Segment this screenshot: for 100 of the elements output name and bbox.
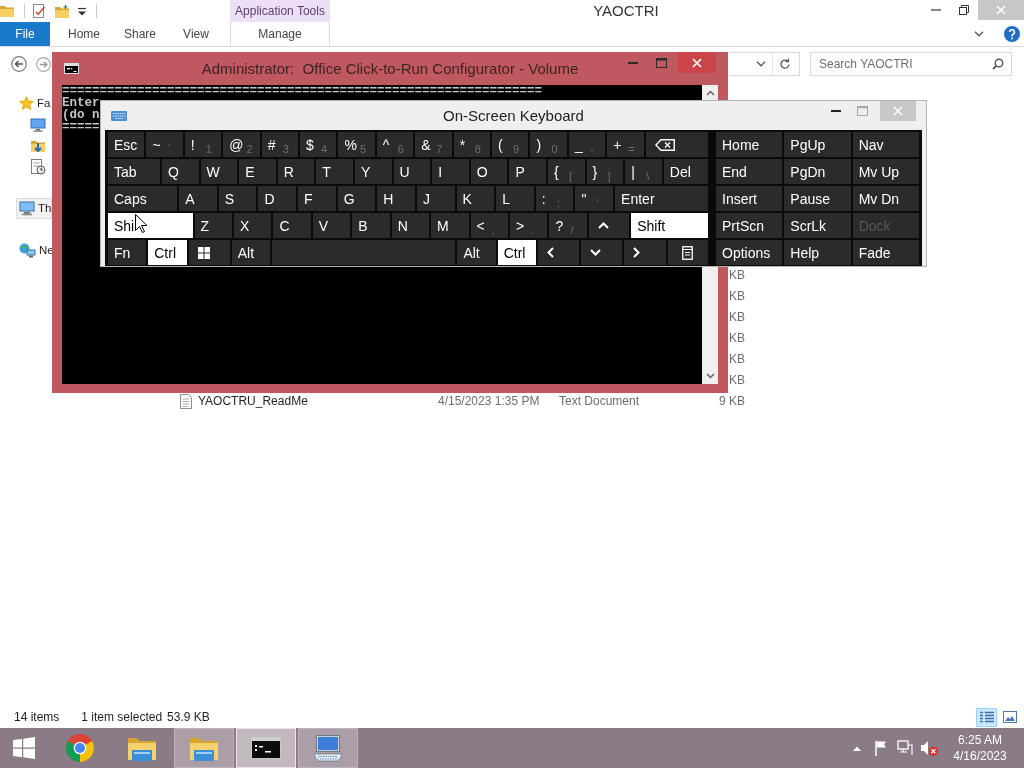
keyboard-key[interactable]: % 5 [338, 132, 375, 157]
customize-caret-icon[interactable] [78, 6, 86, 16]
keyboard-key[interactable]: Tab [108, 159, 160, 184]
keyboard-key[interactable]: Del [663, 159, 709, 184]
keyboard-key[interactable]: | \ [625, 159, 662, 184]
details-view-button[interactable] [976, 707, 997, 727]
nav-item[interactable]: Th [16, 198, 53, 219]
menu-key[interactable] [667, 240, 708, 265]
keyboard-key[interactable]: T [316, 159, 353, 184]
keyboard-key[interactable]: { [ [548, 159, 585, 184]
keyboard-key[interactable]: Ctrl [497, 240, 536, 265]
chevron-down-icon[interactable] [705, 373, 715, 379]
keyboard-key[interactable]: Shift [631, 213, 708, 238]
keyboard-key[interactable]: Help [784, 240, 851, 265]
keyboard-key[interactable]: Shi [108, 213, 193, 238]
chevron-down-icon[interactable] [974, 31, 984, 37]
keyboard-key[interactable]: : ; [535, 186, 574, 211]
keyboard-key[interactable]: U [393, 159, 431, 184]
nav-item[interactable]: Fa [16, 93, 52, 114]
contextual-tab[interactable]: Manage [230, 22, 330, 46]
keyboard-key[interactable]: O [470, 159, 508, 184]
keyboard-key[interactable]: J [417, 186, 455, 211]
keyboard-key[interactable]: + = [607, 132, 644, 157]
keyboard-key[interactable]: PrtScn [716, 213, 783, 238]
keyboard-key[interactable]: " ' [575, 186, 614, 211]
keyboard-key[interactable]: B [352, 213, 390, 238]
caret-up-icon[interactable] [853, 745, 861, 751]
arrow-right-key[interactable] [624, 240, 666, 265]
keyboard-key[interactable]: X [234, 213, 272, 238]
keyboard-key[interactable]: H [377, 186, 415, 211]
keyboard-key[interactable]: V [312, 213, 351, 238]
address-field[interactable] [729, 52, 800, 76]
keyboard-key[interactable]: ^ 6 [376, 132, 414, 157]
arrow-left-key[interactable] [537, 240, 580, 265]
keyboard-key[interactable]: Options [716, 240, 783, 265]
keyboard-key[interactable]: Fade [852, 240, 919, 265]
keyboard-key[interactable]: PgDn [784, 159, 851, 184]
keyboard-key[interactable]: Insert [716, 186, 783, 211]
keyboard-key[interactable]: Enter [615, 186, 709, 211]
keyboard-key[interactable]: ( 9 [492, 132, 529, 157]
keyboard-key[interactable]: K [456, 186, 495, 211]
keyboard-key[interactable]: * 8 [453, 132, 491, 157]
keyboard-key[interactable]: Pause [784, 186, 851, 211]
windows-key[interactable] [188, 240, 230, 265]
keyboard-key[interactable]: W [200, 159, 238, 184]
keyboard-key[interactable]: Alt [457, 240, 496, 265]
keyboard-key[interactable]: Ctrl [148, 240, 187, 265]
arrow-down-key[interactable] [581, 240, 623, 265]
keyboard-key[interactable]: Fn [108, 240, 147, 265]
keyboard-key[interactable]: Z [194, 213, 232, 238]
keyboard-key[interactable]: A [179, 186, 217, 211]
keyboard-key[interactable]: _ - [568, 132, 606, 157]
file-tab[interactable]: File [0, 22, 50, 46]
chevron-up-icon[interactable] [705, 90, 715, 96]
keyboard-key[interactable]: < , [470, 213, 508, 238]
search-icon[interactable] [992, 58, 1004, 70]
backspace-key[interactable] [645, 132, 708, 157]
refresh-icon[interactable] [779, 58, 791, 70]
keyboard-key[interactable]: R [277, 159, 315, 184]
keyboard-key[interactable]: Caps [108, 186, 178, 211]
keyboard-key[interactable]: @ 2 [223, 132, 260, 157]
keyboard-key[interactable]: & 7 [415, 132, 452, 157]
keyboard-key[interactable]: ! 1 [184, 132, 222, 157]
keyboard-key[interactable]: Nav [852, 132, 919, 157]
keyboard-key[interactable]: ) 0 [530, 132, 567, 157]
keyboard-key[interactable]: Esc [108, 132, 145, 157]
help-icon[interactable] [1004, 26, 1020, 42]
taskbar-button[interactable] [236, 728, 296, 768]
keyboard-key[interactable]: Mv Up [852, 159, 919, 184]
arrow-up-key[interactable] [588, 213, 630, 238]
network-icon[interactable] [897, 740, 913, 756]
muted-speaker-icon[interactable] [920, 740, 938, 756]
keyboard-key[interactable]: M [431, 213, 469, 238]
keyboard-key[interactable]: I [432, 159, 469, 184]
keyboard-key[interactable]: L [496, 186, 534, 211]
properties-icon[interactable] [33, 4, 46, 18]
keyboard-key[interactable]: ScrLk [784, 213, 851, 238]
ribbon-tab[interactable]: Home [56, 22, 112, 46]
keyboard-key[interactable]: P [509, 159, 546, 184]
ribbon-tab[interactable]: View [168, 22, 224, 46]
keyboard-key[interactable]: D [258, 186, 297, 211]
keyboard-key[interactable]: Q [161, 159, 199, 184]
keyboard-key[interactable]: E [239, 159, 276, 184]
keyboard-key[interactable]: F [298, 186, 336, 211]
search-field[interactable]: Search YAOCTRI [810, 52, 1012, 76]
keyboard-key[interactable]: } ] [586, 159, 624, 184]
chevron-down-icon[interactable] [756, 61, 766, 67]
keyboard-key[interactable]: Alt [231, 240, 270, 265]
keyboard-key[interactable]: N [391, 213, 430, 238]
keyboard-key[interactable]: S [218, 186, 257, 211]
keyboard-key[interactable]: > . [509, 213, 548, 238]
keyboard-key[interactable]: PgUp [784, 132, 851, 157]
keyboard-key[interactable]: $ 4 [300, 132, 337, 157]
keyboard-key[interactable]: # 3 [261, 132, 299, 157]
keyboard-key[interactable]: Home [716, 132, 783, 157]
keyboard-key[interactable]: ~ ` [146, 132, 183, 157]
keyboard-key[interactable]: ? / [549, 213, 587, 238]
close-button[interactable] [678, 52, 716, 73]
keyboard-key[interactable]: G [337, 186, 376, 211]
keyboard-key[interactable]: Mv Dn [852, 186, 919, 211]
